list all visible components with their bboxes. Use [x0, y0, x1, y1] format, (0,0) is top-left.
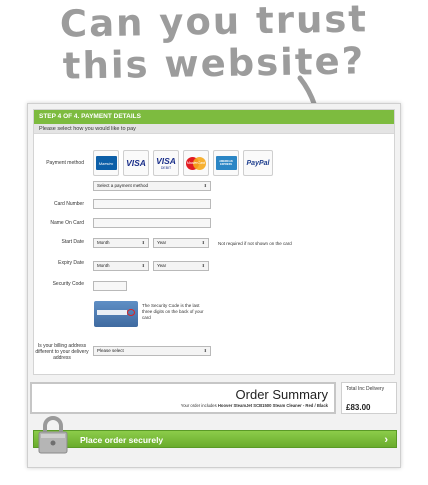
security-code-input[interactable] — [93, 281, 127, 291]
visa-debit-card-option[interactable]: VISA DEBIT — [153, 150, 179, 176]
name-on-card-input[interactable] — [93, 218, 211, 228]
card-number-label: Card Number — [53, 201, 84, 207]
payment-method-select[interactable]: Select a payment method ⬍ — [93, 181, 211, 191]
paypal-card-option[interactable]: PayPal — [243, 150, 273, 176]
amex-card-option[interactable]: AMERICAN EXPRESS — [213, 150, 239, 176]
order-total-label: Total Inc Delivery — [346, 386, 385, 392]
payment-method-label: Payment method — [46, 160, 84, 166]
step-header: STEP 4 OF 4. PAYMENT DETAILS — [34, 110, 394, 124]
card-number-input[interactable] — [93, 199, 211, 209]
name-on-card-label: Name On Card — [50, 220, 84, 226]
mastercard-logo-icon: MasterCard — [186, 156, 206, 170]
expiry-year-select[interactable]: Year ⬍ — [153, 261, 209, 271]
start-month-select[interactable]: Month ⬍ — [93, 238, 149, 248]
select-arrows-icon: ⬍ — [141, 263, 145, 268]
security-code-label: Security Code — [52, 281, 84, 287]
start-date-note: Not required if not shown on the card — [218, 241, 292, 246]
chevron-right-icon: › — [384, 434, 388, 446]
select-arrows-icon: ⬍ — [141, 240, 145, 245]
select-arrows-icon: ⬍ — [203, 348, 207, 353]
visa-debit-logo-icon: VISA — [156, 155, 176, 166]
start-date-label: Start Date — [61, 239, 84, 245]
checkout-panel: STEP 4 OF 4. PAYMENT DETAILS Please sele… — [27, 103, 401, 468]
paypal-logo-icon: PayPal — [246, 159, 270, 167]
expiry-date-label: Expiry Date — [58, 260, 84, 266]
select-arrows-icon: ⬍ — [201, 263, 205, 268]
place-order-label: Place order securely — [80, 435, 164, 445]
billing-address-label: Is your billing address different to you… — [35, 343, 89, 361]
mastercard-card-option[interactable]: MasterCard — [183, 150, 209, 176]
order-summary-detail: Your order includes Hoover SteamJet SCB1… — [180, 403, 328, 408]
order-summary-title: Order Summary — [235, 387, 328, 402]
amex-logo-icon: AMERICAN EXPRESS — [215, 156, 237, 170]
order-total: Total Inc Delivery £83.00 — [341, 382, 397, 414]
visa-logo-icon: VISA — [126, 158, 146, 168]
maestro-logo-icon: Maestro — [95, 156, 117, 170]
select-arrows-icon: ⬍ — [201, 240, 205, 245]
card-back-icon — [94, 301, 138, 327]
start-year-select[interactable]: Year ⬍ — [153, 238, 209, 248]
expiry-month-select[interactable]: Month ⬍ — [93, 261, 149, 271]
visa-card-option[interactable]: VISA — [123, 150, 149, 176]
order-total-amount: £83.00 — [346, 403, 371, 412]
payment-form: STEP 4 OF 4. PAYMENT DETAILS Please sele… — [33, 109, 395, 375]
place-order-button[interactable]: Place order securely › — [33, 430, 397, 448]
select-arrows-icon: ⬍ — [203, 183, 207, 188]
billing-address-select[interactable]: Please select ⬍ — [93, 346, 211, 356]
step-subtitle: Please select how you would like to pay — [34, 124, 394, 134]
padlock-icon — [38, 416, 68, 454]
order-item-name: Hoover SteamJet SCB1500 Steam Cleaner - … — [217, 403, 328, 408]
security-code-help: The Security Code is the last three digi… — [142, 303, 204, 320]
order-summary: Order Summary Your order includes Hoover… — [30, 382, 336, 414]
maestro-card-option[interactable]: Maestro — [93, 150, 119, 176]
